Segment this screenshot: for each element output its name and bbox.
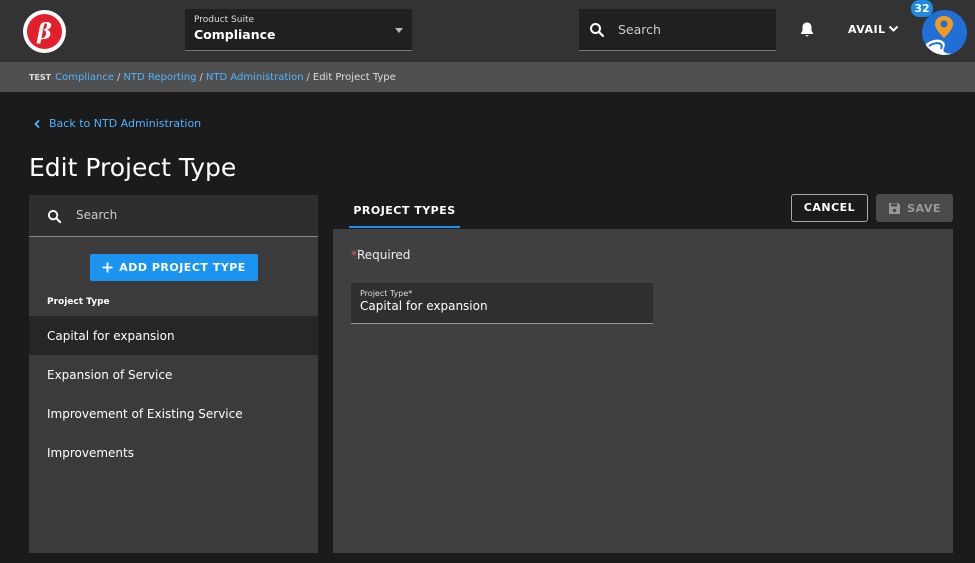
required-note: *Required — [351, 248, 410, 262]
breadcrumb-separator: / — [306, 71, 310, 83]
page-title: Edit Project Type — [29, 153, 237, 182]
product-suite-select[interactable]: Product Suite Compliance — [185, 9, 412, 51]
breadcrumb-separator: / — [117, 71, 121, 83]
search-icon — [590, 23, 605, 38]
list-item-label: Capital for expansion — [47, 328, 175, 343]
global-search-input[interactable]: Search — [579, 9, 776, 51]
logo-letter: β — [37, 18, 52, 45]
chevron-left-icon — [34, 119, 40, 128]
project-type-field-label: Project Type* — [360, 289, 413, 298]
cancel-button[interactable]: CANCEL — [791, 194, 868, 222]
save-icon — [889, 202, 901, 214]
list-column-header: Project Type — [47, 297, 110, 307]
required-text: Required — [357, 248, 411, 262]
list-item-label: Expansion of Service — [47, 367, 173, 382]
global-search-placeholder: Search — [618, 22, 661, 37]
breadcrumb: TEST Compliance / NTD Reporting / NTD Ad… — [0, 62, 975, 92]
product-suite-label: Product Suite — [194, 15, 255, 25]
back-link-label: Back to NTD Administration — [49, 117, 202, 130]
list-item[interactable]: Improvement of Existing Service — [29, 394, 318, 433]
list-search-placeholder: Search — [76, 208, 118, 222]
bell-icon[interactable] — [799, 21, 815, 39]
org-menu-label[interactable]: AVAIL — [848, 23, 886, 36]
tab-project-types[interactable]: PROJECT TYPES — [349, 195, 460, 228]
list-item[interactable]: Expansion of Service — [29, 355, 318, 394]
edit-form-panel: *Required Project Type* Capital for expa… — [333, 229, 953, 553]
save-label: SAVE — [907, 201, 941, 215]
top-bar: β Product Suite Compliance Search AVAIL … — [0, 0, 975, 62]
user-avatar[interactable] — [922, 10, 967, 55]
app-logo[interactable]: β — [23, 10, 66, 53]
breadcrumb-separator: / — [199, 71, 203, 83]
project-type-field-value[interactable]: Capital for expansion — [360, 299, 653, 313]
list-item-label: Improvement of Existing Service — [47, 406, 243, 421]
caret-down-icon — [395, 28, 403, 33]
save-button[interactable]: SAVE — [876, 194, 953, 222]
breadcrumb-current: Edit Project Type — [312, 71, 396, 83]
chevron-down-icon[interactable] — [888, 24, 899, 34]
list-item-label: Improvements — [47, 445, 134, 460]
search-icon — [47, 209, 62, 224]
list-item[interactable]: Capital for expansion — [29, 316, 318, 355]
breadcrumb-link-compliance[interactable]: Compliance — [55, 72, 114, 83]
list-item[interactable]: Improvements — [29, 433, 318, 472]
breadcrumb-link-ntd-reporting[interactable]: NTD Reporting — [123, 72, 196, 83]
environment-label: TEST — [29, 72, 52, 82]
back-link[interactable]: Back to NTD Administration — [33, 117, 201, 130]
product-suite-value: Compliance — [194, 27, 276, 42]
add-project-type-button[interactable]: ADD PROJECT TYPE — [90, 254, 258, 281]
breadcrumb-link-ntd-administration[interactable]: NTD Administration — [206, 72, 304, 83]
project-type-field[interactable]: Project Type* Capital for expansion — [351, 283, 653, 324]
notification-badge: 32 — [911, 0, 933, 17]
project-type-list-panel: Search ADD PROJECT TYPE Project Type Cap… — [29, 195, 318, 553]
plus-icon — [102, 262, 113, 273]
list-search-input[interactable]: Search — [29, 195, 318, 237]
logo-badge: β — [27, 14, 62, 49]
map-pin-icon — [922, 16, 967, 55]
add-project-type-label: ADD PROJECT TYPE — [119, 261, 246, 274]
